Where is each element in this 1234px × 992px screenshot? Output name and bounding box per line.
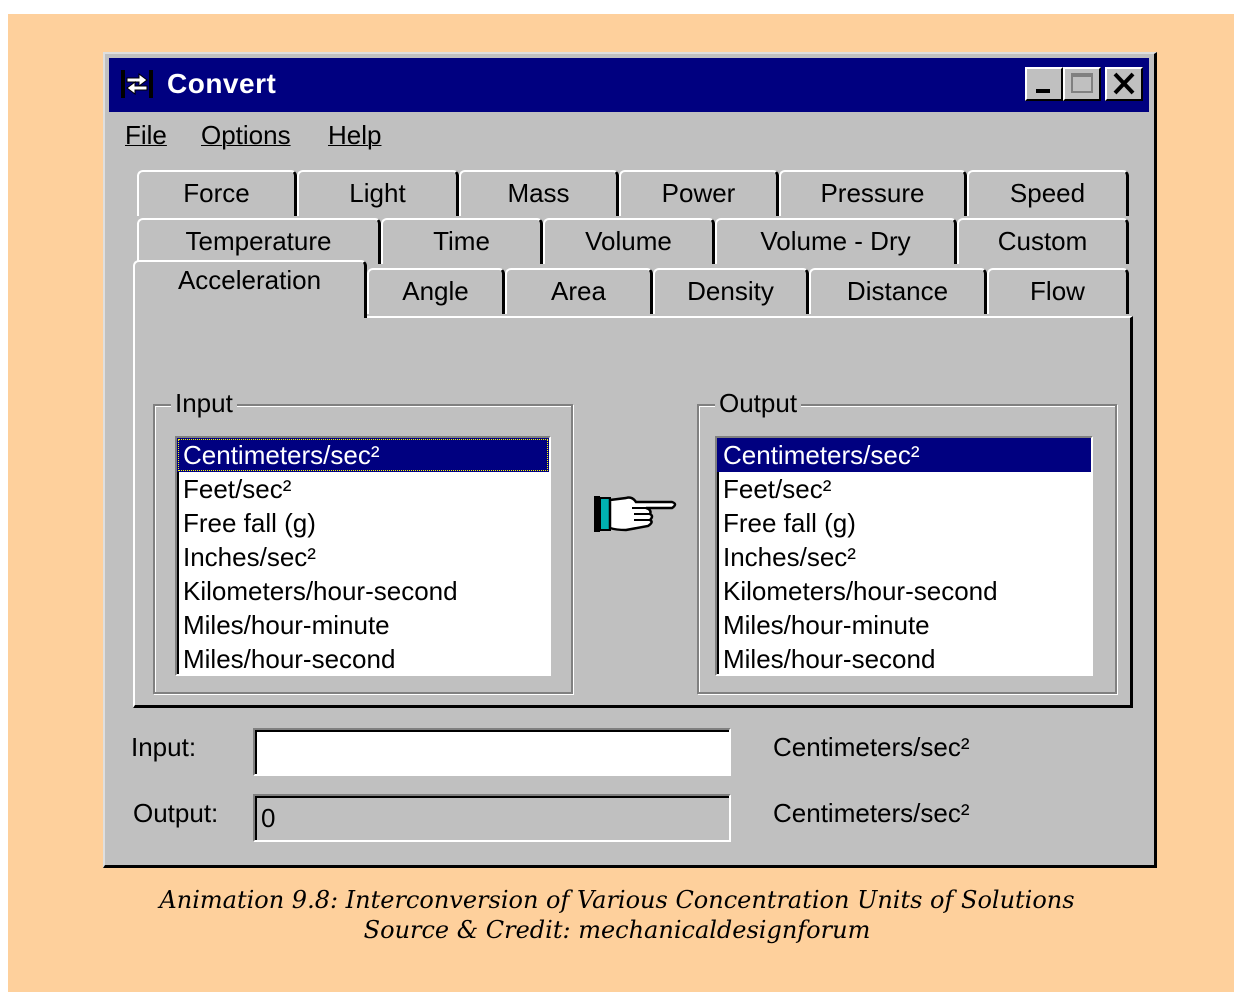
tab-pressure[interactable]: Pressure: [779, 170, 967, 216]
input-list-item[interactable]: Kilometers/hour-second: [177, 574, 549, 608]
tab-volume[interactable]: Volume: [543, 218, 715, 264]
input-listbox[interactable]: Centimeters/sec² Feet/sec² Free fall (g)…: [175, 436, 551, 676]
output-unit-label: Centimeters/sec²: [773, 798, 970, 828]
tab-area[interactable]: Area: [505, 268, 653, 314]
input-unit-label: Centimeters/sec²: [773, 732, 970, 762]
tab-power[interactable]: Power: [619, 170, 779, 216]
convert-app-icon: [121, 70, 153, 98]
minimize-icon: [1036, 89, 1050, 93]
output-list-item[interactable]: Feet/sec²: [717, 472, 1091, 506]
tab-density[interactable]: Density: [653, 268, 809, 314]
tab-force[interactable]: Force: [137, 170, 297, 216]
tab-light[interactable]: Light: [297, 170, 459, 216]
input-label: Input:: [131, 732, 197, 762]
tab-mass[interactable]: Mass: [459, 170, 619, 216]
maximize-button[interactable]: [1063, 67, 1101, 101]
title-bar[interactable]: Convert: [109, 58, 1149, 112]
output-list-item[interactable]: Inches/sec²: [717, 540, 1091, 574]
tab-angle[interactable]: Angle: [367, 268, 505, 314]
tab-custom[interactable]: Custom: [957, 218, 1129, 264]
output-list-item[interactable]: Free fall (g): [717, 506, 1091, 540]
output-list-item[interactable]: Kilometers/hour-second: [717, 574, 1091, 608]
minimize-button[interactable]: [1025, 67, 1063, 101]
tab-speed[interactable]: Speed: [967, 170, 1129, 216]
menu-options[interactable]: Options: [201, 120, 291, 151]
output-list-item[interactable]: Miles/hour-minute: [717, 608, 1091, 642]
tab-temperature[interactable]: Temperature: [137, 218, 381, 264]
menu-file[interactable]: File: [125, 120, 167, 151]
window-title: Convert: [167, 68, 277, 99]
caption-title: Animation 9.8: Interconversion of Variou…: [159, 886, 1075, 914]
output-group-label: Output: [715, 388, 802, 419]
input-field[interactable]: [253, 728, 731, 776]
input-list-item[interactable]: Centimeters/sec²: [177, 438, 549, 472]
tab-volume-dry[interactable]: Volume - Dry: [715, 218, 957, 264]
close-icon: [1113, 72, 1135, 95]
output-listbox[interactable]: Centimeters/sec² Feet/sec² Free fall (g)…: [715, 436, 1093, 676]
input-groupbox: Input Centimeters/sec² Feet/sec² Free fa…: [153, 388, 573, 694]
input-list-item[interactable]: Miles/hour-second: [177, 642, 549, 676]
input-list-item[interactable]: Inches/sec²: [177, 540, 549, 574]
output-list-item[interactable]: Miles/hour-second: [717, 642, 1091, 676]
tab-time[interactable]: Time: [381, 218, 543, 264]
input-list-item[interactable]: Free fall (g): [177, 506, 549, 540]
output-label: Output:: [133, 798, 219, 828]
tab-acceleration[interactable]: Acceleration: [133, 260, 367, 318]
output-groupbox: Output Centimeters/sec² Feet/sec² Free f…: [697, 388, 1117, 694]
convert-window: Convert File Options Help Force Light Ma…: [103, 52, 1157, 868]
input-list-item[interactable]: Miles/hour-minute: [177, 608, 549, 642]
output-field: 0: [253, 794, 731, 842]
close-button[interactable]: [1105, 67, 1143, 101]
pointing-hand-icon: [594, 496, 677, 532]
tab-distance[interactable]: Distance: [809, 268, 987, 314]
tab-flow[interactable]: Flow: [987, 268, 1129, 314]
caption-credit: Source & Credit: mechanicaldesignforum: [363, 916, 871, 944]
input-list-item[interactable]: Feet/sec²: [177, 472, 549, 506]
maximize-icon: [1071, 73, 1093, 93]
menu-help[interactable]: Help: [328, 120, 381, 151]
input-group-label: Input: [171, 388, 237, 419]
output-list-item[interactable]: Centimeters/sec²: [717, 438, 1091, 472]
